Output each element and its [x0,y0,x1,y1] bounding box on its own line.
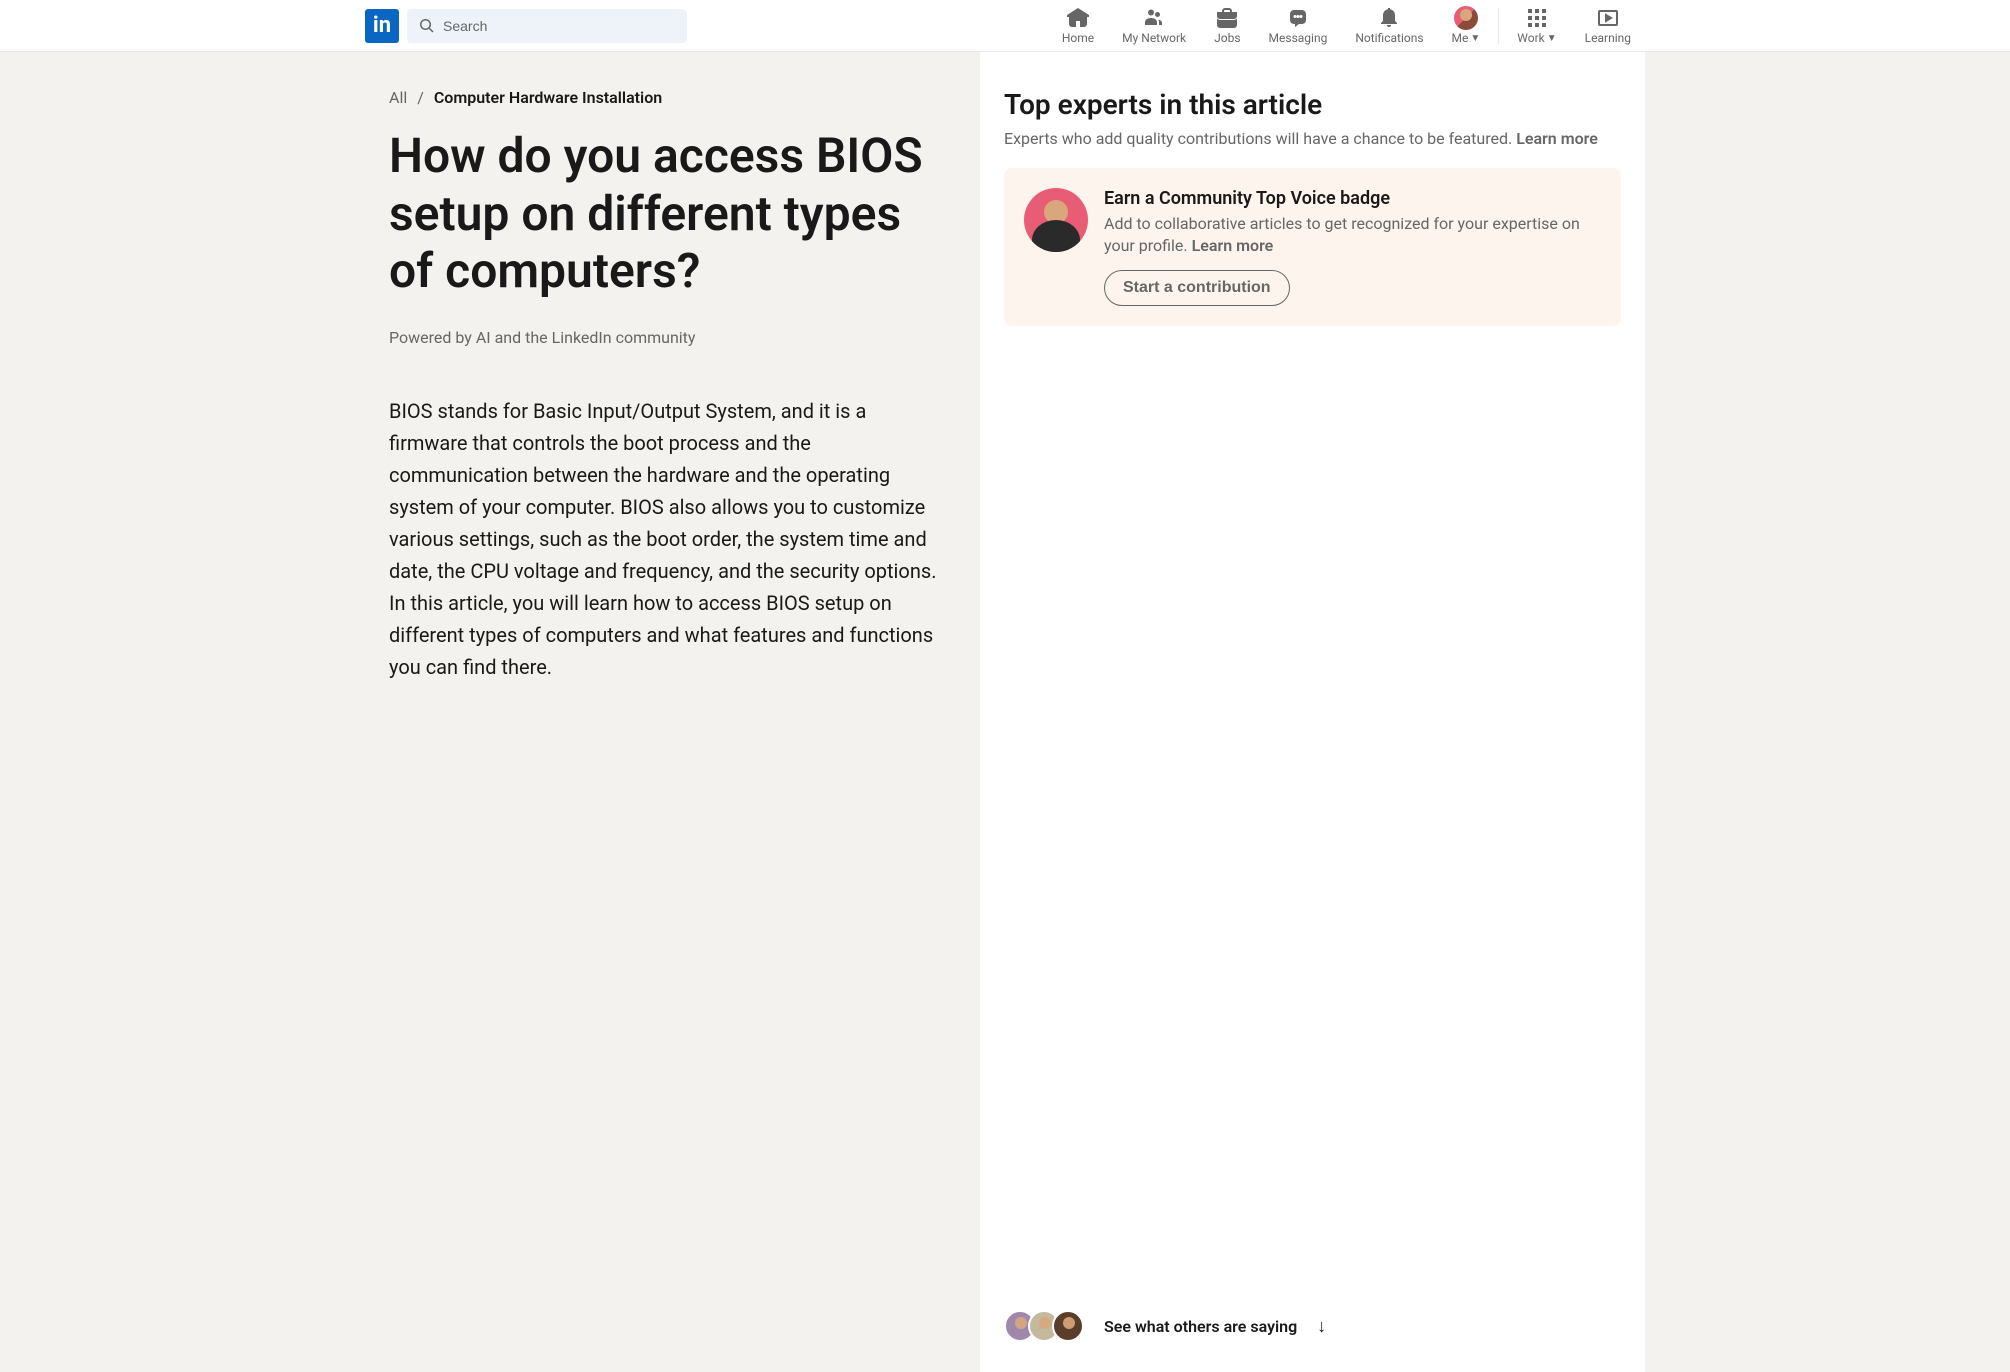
nav-messaging-label: Messaging [1269,31,1328,45]
nav-me[interactable]: Me ▼ [1438,0,1495,52]
stack-avatar-3 [1052,1310,1084,1342]
experts-learn-more-link[interactable]: Learn more [1516,129,1598,148]
learning-icon [1596,6,1620,30]
message-icon [1286,6,1310,30]
people-icon [1142,6,1166,30]
nav-messaging[interactable]: Messaging [1255,0,1342,52]
see-others-row[interactable]: See what others are saying ↓ [1004,1310,1326,1342]
experts-column: Top experts in this article Experts who … [980,52,1645,1372]
bell-icon [1377,6,1401,30]
experts-subtitle: Experts who add quality contributions wi… [1004,129,1621,148]
nav-divider [1498,8,1499,44]
nav-home[interactable]: Home [1048,0,1108,52]
nav-network[interactable]: My Network [1108,0,1200,52]
banner-avatar [1024,188,1088,252]
experts-subtitle-text: Experts who add quality contributions wi… [1004,129,1516,148]
search-box[interactable] [407,9,687,43]
breadcrumb-separator: / [417,88,424,107]
nav-notifications[interactable]: Notifications [1341,0,1437,52]
nav-notifications-label: Notifications [1355,31,1423,45]
article-title: How do you access BIOS setup on differen… [389,127,940,300]
nav-network-label: My Network [1122,31,1186,45]
breadcrumb-current[interactable]: Computer Hardware Installation [434,88,662,107]
article-column: All / Computer Hardware Installation How… [365,52,980,1372]
nav-items: Home My Network Jobs Messaging [1048,0,1645,52]
nav-learning[interactable]: Learning [1571,0,1645,52]
nav-jobs-label: Jobs [1214,31,1240,45]
search-icon [419,18,435,34]
arrow-down-icon: ↓ [1317,1316,1326,1337]
nav-learning-label: Learning [1585,31,1631,45]
nav-work[interactable]: Work ▼ [1503,0,1570,52]
powered-by-label: Powered by AI and the LinkedIn community [389,328,940,347]
breadcrumb-all[interactable]: All [389,88,407,107]
nav-jobs[interactable]: Jobs [1200,0,1254,52]
caret-down-icon: ▼ [1547,33,1557,44]
nav-work-label: Work [1517,31,1544,45]
briefcase-icon [1215,6,1239,30]
see-others-text: See what others are saying [1104,1317,1297,1336]
main-content: All / Computer Hardware Installation How… [365,52,1645,1372]
experts-title: Top experts in this article [1004,88,1621,121]
article-body: BIOS stands for Basic Input/Output Syste… [389,395,940,683]
nav-home-label: Home [1062,31,1094,45]
nav-me-label: Me [1452,31,1469,45]
avatar [1454,6,1478,30]
search-input[interactable] [443,18,675,34]
top-nav: in Home My Network [0,0,2010,52]
banner-text-content: Add to collaborative articles to get rec… [1104,214,1580,255]
home-icon [1066,6,1090,30]
breadcrumb: All / Computer Hardware Installation [389,88,940,107]
avatar-stack [1004,1310,1084,1342]
banner-text: Add to collaborative articles to get rec… [1104,213,1601,258]
top-voice-banner: Earn a Community Top Voice badge Add to … [1004,168,1621,326]
caret-down-icon: ▼ [1470,33,1480,44]
linkedin-logo[interactable]: in [365,9,399,43]
grid-icon [1525,6,1549,30]
banner-learn-more-link[interactable]: Learn more [1192,236,1274,255]
banner-title: Earn a Community Top Voice badge [1104,188,1601,209]
start-contribution-button[interactable]: Start a contribution [1104,270,1290,306]
